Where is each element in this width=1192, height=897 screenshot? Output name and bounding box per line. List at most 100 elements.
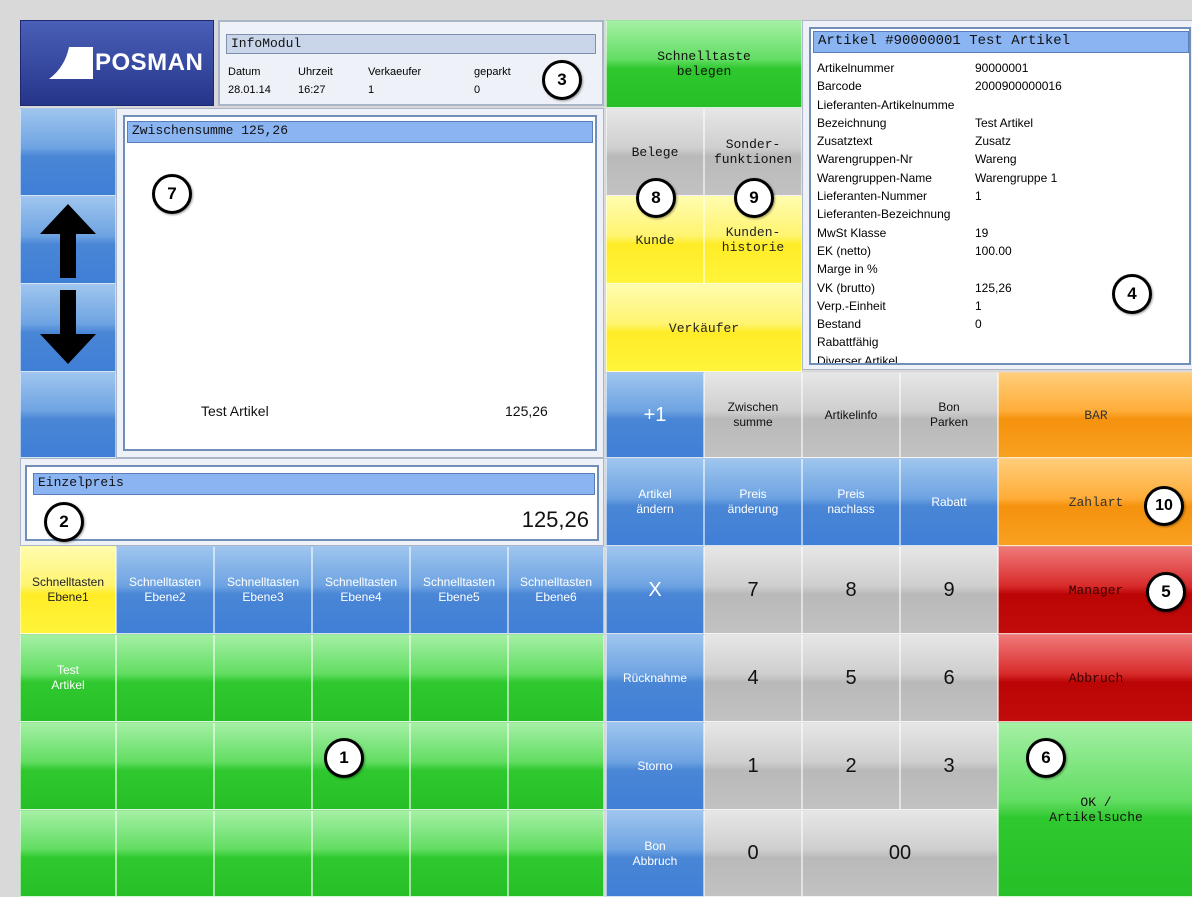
quick-key[interactable] [214, 810, 312, 897]
article-row-label: Marge in % [817, 262, 878, 277]
artikelinfo-button[interactable]: Artikelinfo [802, 372, 900, 458]
quick-level-5-tab[interactable]: Schnelltasten Ebene5 [410, 546, 508, 634]
receipt-panel[interactable]: Zwischensumme 125,26 Test Artikel 125,26 [123, 115, 597, 451]
article-row-value: 100.00 [975, 243, 1012, 258]
numpad-9[interactable]: 9 [900, 546, 998, 634]
callout-5: 5 [1146, 572, 1186, 612]
numpad-5[interactable]: 5 [802, 634, 900, 722]
verkaeufer-button[interactable]: Verkäufer [606, 284, 802, 372]
numpad-8[interactable]: 8 [802, 546, 900, 634]
article-row-label: Lieferanten-Artikelnumme [817, 97, 955, 112]
callout-1: 1 [324, 738, 364, 778]
x-button[interactable]: X [606, 546, 704, 634]
numpad-4[interactable]: 4 [704, 634, 802, 722]
quick-key[interactable] [214, 634, 312, 722]
receipt-frame: Zwischensumme 125,26 Test Artikel 125,26 [116, 108, 604, 458]
article-row: Lieferanten-Nummer 1 [817, 189, 1187, 207]
quick-level-1-tab[interactable]: Schnelltasten Ebene1 [20, 546, 116, 634]
posman-logo: POSMAN [20, 20, 214, 106]
scroll-up-button[interactable] [20, 196, 116, 284]
article-frame: Artikel #90000001 Test Artikel Artikelnu… [802, 20, 1192, 370]
article-row-value: Wareng [975, 152, 1017, 167]
article-row-label: Artikelnummer [817, 61, 895, 75]
ruecknahme-button[interactable]: Rücknahme [606, 634, 704, 722]
article-row: Rabattfähig [817, 335, 1187, 353]
article-row-value: 125,26 [975, 280, 1012, 295]
numpad-0[interactable]: 0 [704, 810, 802, 897]
storno-button[interactable]: Storno [606, 722, 704, 810]
article-row-value: 90000001 [975, 61, 1029, 75]
quick-key[interactable] [116, 810, 214, 897]
quick-level-6-tab[interactable]: Schnelltasten Ebene6 [508, 546, 604, 634]
article-rows: Artikelnummer 90000001 Barcode 200090000001… [817, 61, 1187, 363]
quick-key[interactable] [214, 722, 312, 810]
article-row-value: Zusatz [975, 134, 1012, 149]
quick-key[interactable] [312, 634, 410, 722]
info-header-datum: Datum [228, 66, 261, 78]
article-row: MwSt Klasse 19 [817, 226, 1187, 244]
article-row-label: Bestand [817, 317, 862, 332]
scroll-top-button[interactable] [20, 108, 116, 196]
quick-key-test-artikel[interactable]: Test Artikel [20, 634, 116, 722]
quick-key[interactable] [410, 810, 508, 897]
article-row-value: 0 [975, 317, 982, 332]
quick-key[interactable] [508, 722, 604, 810]
quick-level-4-tab[interactable]: Schnelltasten Ebene4 [312, 546, 410, 634]
scroll-bottom-button[interactable] [20, 372, 116, 458]
article-row-label: Warengruppen-Nr [817, 152, 913, 167]
quick-level-2-tab[interactable]: Schnelltasten Ebene2 [116, 546, 214, 634]
abbruch-button[interactable]: Abbruch [998, 634, 1192, 722]
article-row-label: Bezeichnung [817, 115, 887, 130]
bar-button[interactable]: BAR [998, 372, 1192, 458]
info-value-verkaeufer: 1 [368, 84, 375, 96]
callout-9: 9 [734, 178, 774, 218]
article-row-label: Lieferanten-Bezeichnung [817, 207, 951, 222]
quick-key[interactable] [116, 634, 214, 722]
quick-level-3-tab[interactable]: Schnelltasten Ebene3 [214, 546, 312, 634]
info-value-uhrzeit: 16:27 [298, 84, 326, 96]
numpad-2[interactable]: 2 [802, 722, 900, 810]
info-module-title: InfoModul [226, 34, 596, 54]
quick-key[interactable] [312, 810, 410, 897]
article-row-value: 19 [975, 225, 989, 240]
rabatt-button[interactable]: Rabatt [900, 458, 998, 546]
schnelltaste-belegen-button[interactable]: Schnelltaste belegen [606, 20, 802, 108]
numpad-7[interactable]: 7 [704, 546, 802, 634]
callout-8: 8 [636, 178, 676, 218]
quick-key[interactable] [410, 722, 508, 810]
article-row-label: MwSt Klasse [817, 225, 887, 240]
callout-2: 2 [44, 502, 84, 542]
numpad-00[interactable]: 00 [802, 810, 998, 897]
quick-key[interactable] [508, 634, 604, 722]
callout-10: 10 [1144, 486, 1184, 526]
article-row: Lieferanten-Bezeichnung [817, 207, 1187, 225]
quick-key[interactable] [20, 722, 116, 810]
numpad-1[interactable]: 1 [704, 722, 802, 810]
quick-key[interactable] [410, 634, 508, 722]
info-header-uhrzeit: Uhrzeit [298, 66, 333, 78]
plus-one-button[interactable]: +1 [606, 372, 704, 458]
numpad-3[interactable]: 3 [900, 722, 998, 810]
quick-key[interactable] [508, 810, 604, 897]
article-row: Artikelnummer 90000001 [817, 61, 1187, 79]
article-row-label: Verp.-Einheit [817, 298, 886, 313]
quick-key[interactable] [116, 722, 214, 810]
info-header-verkaeufer: Verkaeufer [368, 66, 422, 78]
scroll-down-button[interactable] [20, 284, 116, 372]
bon-parken-button[interactable]: Bon Parken [900, 372, 998, 458]
preis-nachlass-button[interactable]: Preis nachlass [802, 458, 900, 546]
bon-abbruch-button[interactable]: Bon Abbruch [606, 810, 704, 897]
article-panel: Artikel #90000001 Test Artikel Artikelnu… [809, 27, 1191, 365]
numpad-6[interactable]: 6 [900, 634, 998, 722]
info-header-geparkt: geparkt [474, 66, 511, 78]
artikel-aendern-button[interactable]: Artikel ändern [606, 458, 704, 546]
article-row-label: EK (netto) [817, 243, 872, 258]
zwischensumme-button[interactable]: Zwischen summe [704, 372, 802, 458]
info-value-geparkt: 0 [474, 84, 481, 96]
preis-aenderung-button[interactable]: Preis änderung [704, 458, 802, 546]
article-row-label: Barcode [817, 79, 862, 94]
callout-4: 4 [1112, 274, 1152, 314]
quick-key[interactable] [20, 810, 116, 897]
article-row-label: Zusatztext [817, 134, 873, 149]
info-value-datum: 28.01.14 [228, 84, 271, 96]
